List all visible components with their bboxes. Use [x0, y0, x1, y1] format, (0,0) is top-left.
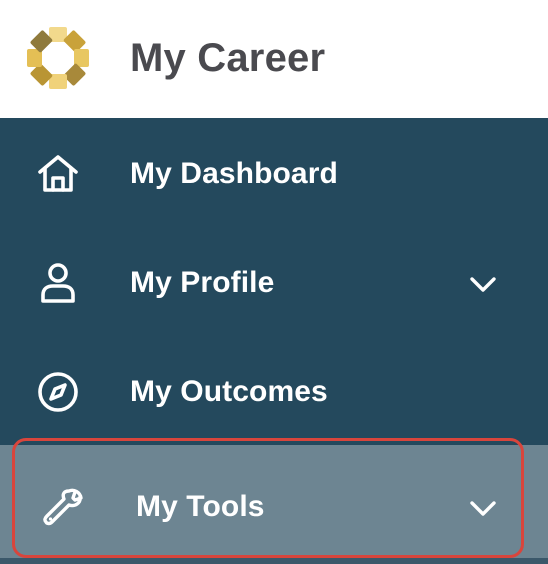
compass-icon — [38, 372, 78, 412]
app-title: My Career — [130, 36, 326, 80]
user-icon — [41, 263, 75, 303]
nav-item-label: My Profile — [130, 266, 275, 299]
header: My Career — [0, 0, 548, 118]
app-window: My Career My Dashboard My Profile My Out… — [0, 0, 548, 564]
nav-item-my-outcomes[interactable]: My Outcomes — [0, 336, 548, 445]
nav-item-my-dashboard[interactable]: My Dashboard — [0, 118, 548, 227]
wrench-icon — [43, 488, 83, 526]
home-icon — [38, 155, 78, 192]
nav-item-label: My Outcomes — [130, 375, 328, 408]
sidebar-nav: My Dashboard My Profile My Outcomes My T… — [0, 118, 548, 564]
career-logo-icon — [27, 27, 89, 89]
chevron-down-icon[interactable] — [468, 269, 498, 299]
chevron-down-icon[interactable] — [468, 493, 498, 523]
nav-item-label: My Tools — [136, 490, 265, 523]
nav-item-my-tools[interactable]: My Tools — [0, 445, 548, 564]
nav-item-label: My Dashboard — [130, 157, 338, 190]
nav-item-my-profile[interactable]: My Profile — [0, 227, 548, 336]
